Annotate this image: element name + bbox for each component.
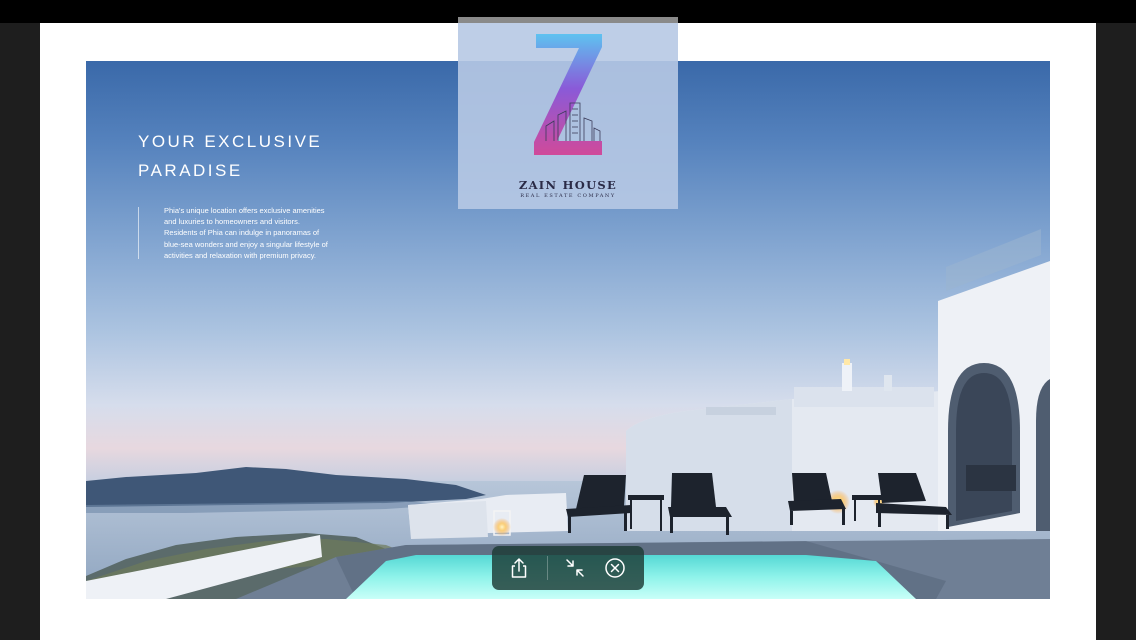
description-line: activities and relaxation with premium p… [164,250,317,260]
close-icon [605,558,625,578]
hero-title: YOUR EXCLUSIVE PARADISE [138,127,322,185]
exit-fullscreen-button[interactable] [562,555,588,581]
hero-description: Phia's unique location offers exclusive … [164,205,364,261]
share-button[interactable] [506,555,532,581]
toolbar-divider [547,556,548,580]
compress-icon [566,559,584,577]
company-name: ZAIN HOUSE [518,178,618,192]
description-divider [138,207,139,259]
description-line: Phia's unique location offers exclusive … [164,206,325,215]
hero-title-line-1: YOUR EXCLUSIVE [138,132,323,151]
description-line: blue-sea wonders and enjoy a singular li… [164,239,328,249]
hero-title-line-2: PARADISE [138,161,243,180]
share-icon [511,558,527,578]
company-tagline: REAL ESTATE COMPANY [520,193,616,199]
description-line: Residents of Phia can indulge in panoram… [164,228,320,238]
media-toolbar [492,546,644,590]
close-button[interactable] [602,555,628,581]
description-line: and luxuries to homeowners and visitors. [164,217,300,227]
company-logo: ZAIN HOUSE REAL ESTATE COMPANY [458,23,678,209]
